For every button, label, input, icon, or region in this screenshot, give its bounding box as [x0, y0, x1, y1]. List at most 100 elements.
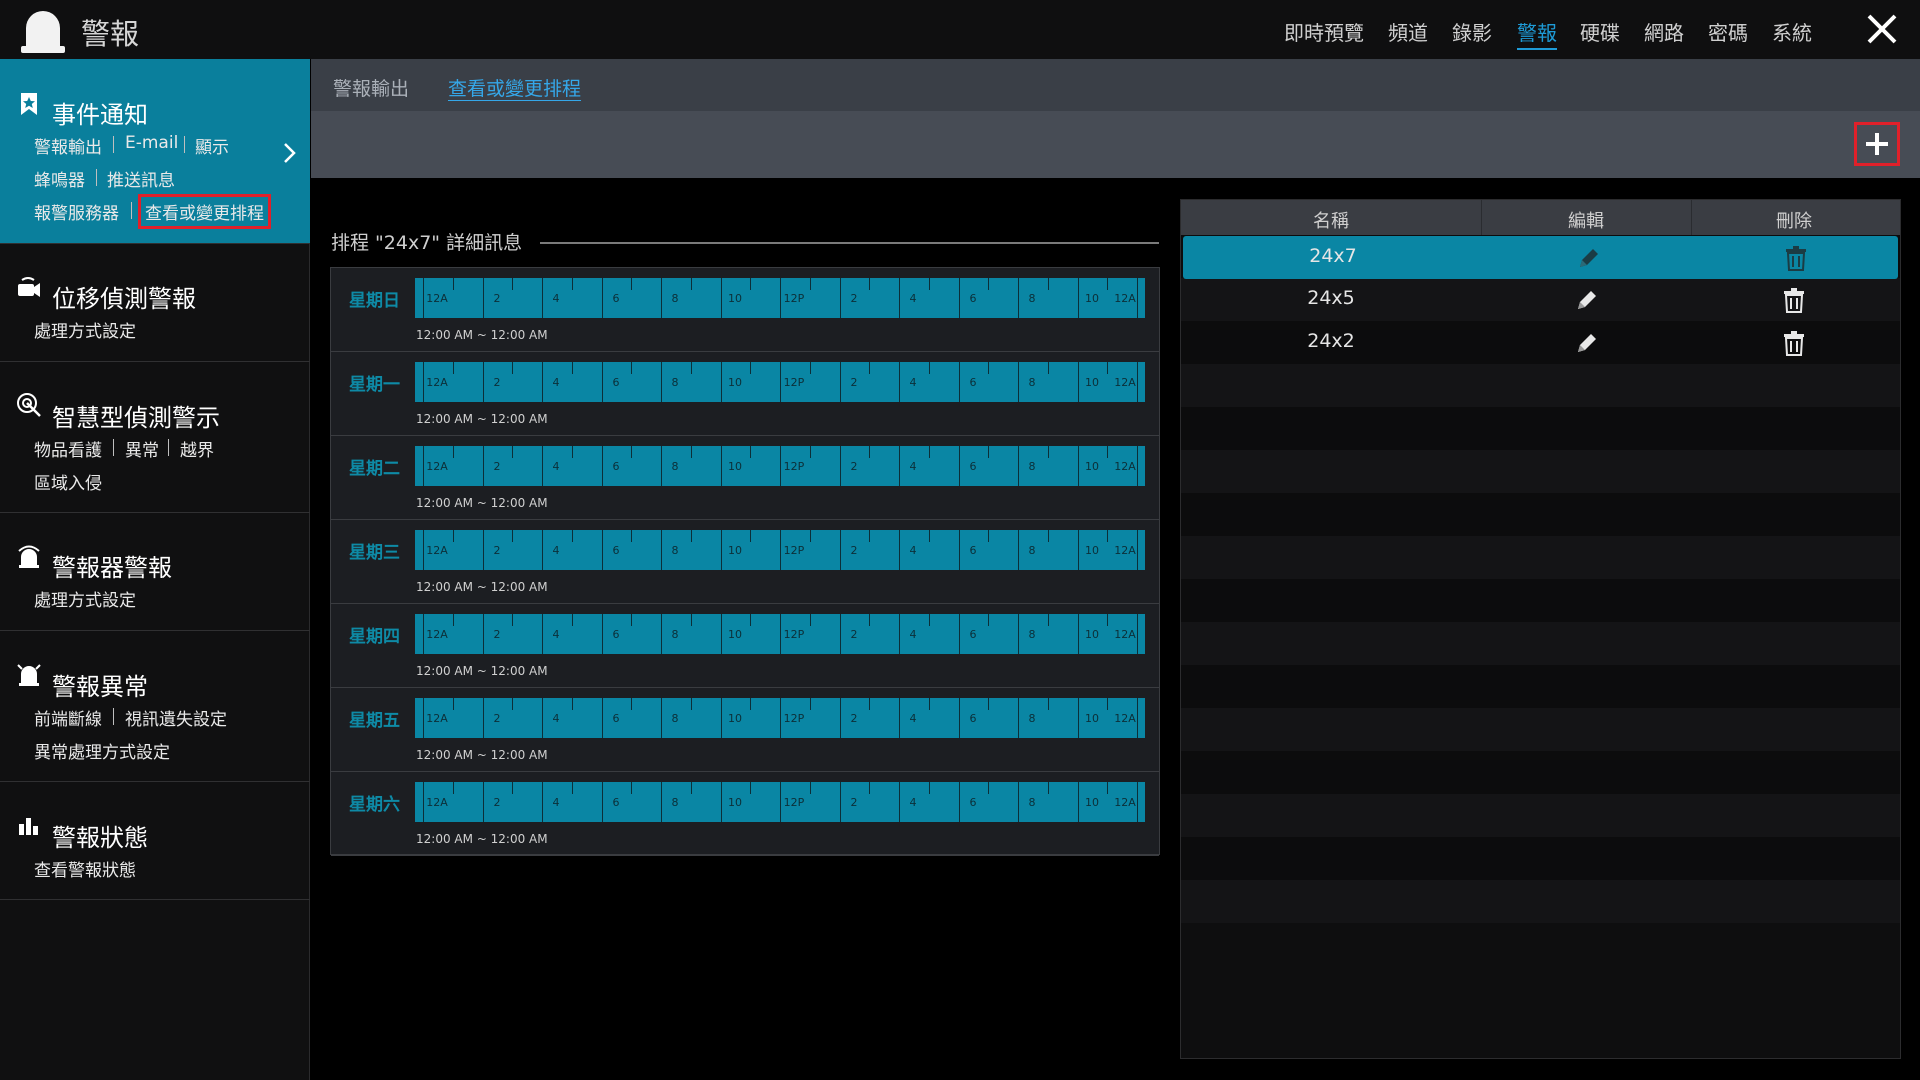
nav-tab-3[interactable]: 警報 — [1517, 17, 1557, 50]
time-label: 12A — [1114, 628, 1136, 641]
nav-tab-5[interactable]: 網路 — [1644, 17, 1684, 46]
sub-area-intrusion[interactable]: 區域入侵 — [34, 469, 102, 494]
time-label: 10 — [1085, 460, 1099, 473]
time-tick — [750, 446, 751, 458]
time-tick — [453, 362, 454, 374]
sub-alarm-output[interactable]: 警報輸出 — [34, 133, 102, 158]
schedule-list-row[interactable]: 24x2 — [1181, 321, 1900, 364]
schedule-list-row[interactable]: 24x7 — [1183, 236, 1898, 279]
divider — [540, 242, 1159, 244]
day-time-range: 12:00 AM ~ 12:00 AM — [416, 328, 548, 342]
time-tick — [959, 782, 960, 822]
sub-object-guard[interactable]: 物品看護 — [34, 436, 102, 461]
time-tick — [1107, 782, 1108, 794]
time-tick — [1048, 530, 1049, 542]
chevron-right-icon[interactable] — [282, 141, 298, 165]
pencil-icon[interactable] — [1574, 330, 1598, 356]
time-tick — [572, 362, 573, 374]
sub-view-change-schedule[interactable]: 查看或變更排程 — [138, 194, 271, 229]
sidebar-section-event-notification[interactable]: 事件通知 警報輸出 E-mail 顯示 蜂鳴器 推送訊息 報警服務器 查看或變更… — [0, 59, 310, 244]
time-tick — [602, 278, 603, 318]
sidebar-section-exception[interactable]: 警報異常 前端斷線 視訊遺失設定 異常處理方式設定 — [0, 631, 310, 782]
time-label: 10 — [728, 292, 742, 305]
time-tick — [542, 278, 543, 318]
time-tick — [691, 614, 692, 626]
sidebar-section-alarm-status[interactable]: 警報狀態 查看警報狀態 — [0, 782, 310, 900]
schedule-time-bar[interactable]: 12A 2 4 6 8 10 12P 2 4 6 8 10 12A — [415, 614, 1145, 654]
time-tick — [453, 446, 454, 458]
schedule-time-bar[interactable]: 12A 2 4 6 8 10 12P 2 4 6 8 10 12A — [415, 782, 1145, 822]
sub-video-loss[interactable]: 視訊遺失設定 — [125, 705, 227, 730]
time-label: 12A — [1114, 376, 1136, 389]
sub-alarm-server[interactable]: 報警服務器 — [34, 199, 119, 224]
trash-icon[interactable] — [1784, 245, 1808, 271]
time-label: 4 — [552, 712, 560, 725]
pencil-icon[interactable] — [1574, 287, 1598, 313]
nav-tab-2[interactable]: 錄影 — [1452, 17, 1492, 46]
schedule-time-bar[interactable]: 12A 2 4 6 8 10 12P 2 4 6 8 10 12A — [415, 362, 1145, 402]
time-tick — [512, 278, 513, 290]
sub-display[interactable]: 顯示 — [195, 133, 229, 158]
time-tick — [423, 782, 424, 822]
tab-alarm-output[interactable]: 警報輸出 — [333, 74, 409, 101]
sub-frontend-offline[interactable]: 前端斷線 — [34, 705, 102, 730]
time-label: 10 — [728, 712, 742, 725]
time-tick — [1078, 614, 1079, 654]
toolbar — [311, 111, 1920, 178]
time-tick — [631, 362, 632, 374]
schedule-list-row[interactable]: 24x5 — [1181, 278, 1900, 321]
time-label: 10 — [728, 628, 742, 641]
nav-tab-6[interactable]: 密碼 — [1708, 17, 1748, 46]
time-label: 12P — [783, 460, 805, 473]
time-tick — [840, 278, 841, 318]
time-tick — [869, 446, 870, 458]
trash-icon[interactable] — [1782, 330, 1806, 356]
nav-tab-1[interactable]: 頻道 — [1388, 17, 1428, 46]
time-label: 8 — [1028, 796, 1036, 809]
time-tick — [423, 530, 424, 570]
trash-icon[interactable] — [1782, 287, 1806, 313]
pencil-icon[interactable] — [1576, 245, 1600, 271]
schedule-time-bar[interactable]: 12A 2 4 6 8 10 12P 2 4 6 8 10 12A — [415, 698, 1145, 738]
list-stripe — [1181, 536, 1900, 579]
time-tick — [542, 446, 543, 486]
schedule-day-row: 星期三 12A 2 4 6 8 10 12P 2 4 6 8 10 12A 12:00 AM ~ 12:00… — [331, 520, 1159, 604]
time-tick — [661, 698, 662, 738]
sub-push-message[interactable]: 推送訊息 — [107, 166, 175, 191]
close-icon[interactable] — [1865, 12, 1899, 46]
sub-email[interactable]: E-mail — [125, 133, 178, 153]
time-tick — [721, 614, 722, 654]
time-tick — [721, 530, 722, 570]
sidebar-section-smart-detection[interactable]: 智慧型偵測警示 物品看護 異常 越界 區域入侵 — [0, 362, 310, 513]
tab-view-change-schedule[interactable]: 查看或變更排程 — [448, 74, 581, 101]
time-tick — [1048, 362, 1049, 374]
schedule-time-bar[interactable]: 12A 2 4 6 8 10 12P 2 4 6 8 10 12A — [415, 446, 1145, 486]
sub-view-alarm-status[interactable]: 查看警報狀態 — [34, 856, 136, 881]
add-schedule-button[interactable] — [1854, 122, 1900, 166]
nav-tab-4[interactable]: 硬碟 — [1580, 17, 1620, 46]
list-stripe — [1181, 579, 1900, 622]
time-label: 4 — [909, 544, 917, 557]
time-label: 12A — [426, 460, 448, 473]
time-tick — [1137, 278, 1138, 318]
nav-tab-7[interactable]: 系統 — [1772, 17, 1812, 46]
sub-exception-handling[interactable]: 異常處理方式設定 — [34, 738, 170, 763]
time-tick — [483, 782, 484, 822]
schedule-time-bar[interactable]: 12A 2 4 6 8 10 12P 2 4 6 8 10 12A — [415, 530, 1145, 570]
schedule-name: 24x2 — [1307, 330, 1355, 352]
day-name: 星期三 — [349, 543, 400, 563]
time-tick — [631, 530, 632, 542]
sub-handling-settings[interactable]: 處理方式設定 — [34, 317, 136, 342]
day-time-range: 12:00 AM ~ 12:00 AM — [416, 580, 548, 594]
time-label: 10 — [1085, 544, 1099, 557]
sub-handling-settings[interactable]: 處理方式設定 — [34, 586, 136, 611]
schedule-time-bar[interactable]: 12A 2 4 6 8 10 12P 2 4 6 8 10 12A — [415, 278, 1145, 318]
sidebar-section-sensor-alarm[interactable]: 警報器警報 處理方式設定 — [0, 513, 310, 631]
time-tick — [661, 782, 662, 822]
sidebar-section-motion[interactable]: 位移偵測警報 處理方式設定 — [0, 244, 310, 362]
time-tick — [661, 278, 662, 318]
sub-abnormal[interactable]: 異常 — [125, 436, 159, 461]
nav-tab-0[interactable]: 即時預覽 — [1284, 17, 1364, 46]
sub-line-crossing[interactable]: 越界 — [180, 436, 214, 461]
sub-buzzer[interactable]: 蜂鳴器 — [34, 166, 85, 191]
